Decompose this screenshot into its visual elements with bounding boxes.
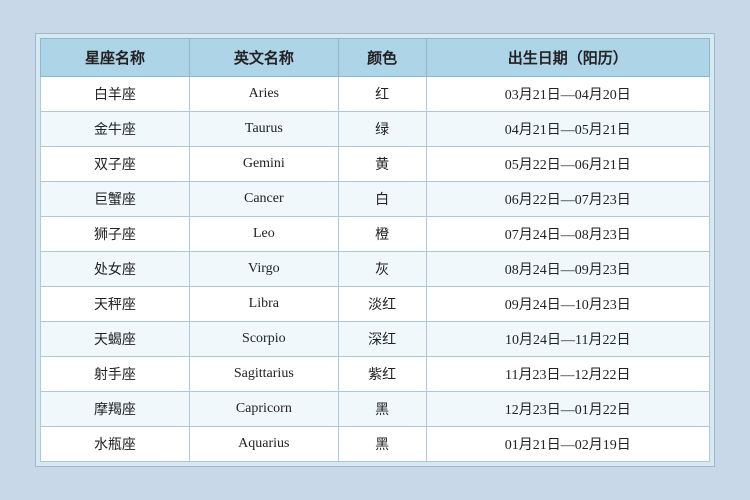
cell-10-3: 01月21日—02月19日 — [426, 427, 710, 462]
cell-1-3: 04月21日—05月21日 — [426, 112, 710, 147]
cell-5-1: Virgo — [189, 252, 338, 287]
table-row: 金牛座Taurus绿04月21日—05月21日 — [41, 112, 710, 147]
cell-1-1: Taurus — [189, 112, 338, 147]
col-header-color: 颜色 — [338, 39, 426, 77]
table-row: 狮子座Leo橙07月24日—08月23日 — [41, 217, 710, 252]
table-row: 射手座Sagittarius紫红11月23日—12月22日 — [41, 357, 710, 392]
cell-4-3: 07月24日—08月23日 — [426, 217, 710, 252]
cell-6-1: Libra — [189, 287, 338, 322]
col-header-english: 英文名称 — [189, 39, 338, 77]
table-row: 天蝎座Scorpio深红10月24日—11月22日 — [41, 322, 710, 357]
cell-2-2: 黄 — [338, 147, 426, 182]
cell-7-2: 深红 — [338, 322, 426, 357]
table-row: 白羊座Aries红03月21日—04月20日 — [41, 77, 710, 112]
cell-6-0: 天秤座 — [41, 287, 190, 322]
col-header-dates: 出生日期（阳历） — [426, 39, 710, 77]
zodiac-table: 星座名称 英文名称 颜色 出生日期（阳历） 白羊座Aries红03月21日—04… — [40, 38, 710, 462]
zodiac-table-container: 星座名称 英文名称 颜色 出生日期（阳历） 白羊座Aries红03月21日—04… — [35, 33, 715, 467]
cell-7-0: 天蝎座 — [41, 322, 190, 357]
cell-3-2: 白 — [338, 182, 426, 217]
cell-3-1: Cancer — [189, 182, 338, 217]
cell-5-0: 处女座 — [41, 252, 190, 287]
cell-0-1: Aries — [189, 77, 338, 112]
cell-1-0: 金牛座 — [41, 112, 190, 147]
table-row: 双子座Gemini黄05月22日—06月21日 — [41, 147, 710, 182]
cell-3-3: 06月22日—07月23日 — [426, 182, 710, 217]
cell-10-0: 水瓶座 — [41, 427, 190, 462]
cell-9-0: 摩羯座 — [41, 392, 190, 427]
cell-2-1: Gemini — [189, 147, 338, 182]
cell-2-0: 双子座 — [41, 147, 190, 182]
cell-6-3: 09月24日—10月23日 — [426, 287, 710, 322]
cell-4-0: 狮子座 — [41, 217, 190, 252]
cell-8-2: 紫红 — [338, 357, 426, 392]
cell-5-3: 08月24日—09月23日 — [426, 252, 710, 287]
cell-9-1: Capricorn — [189, 392, 338, 427]
col-header-chinese: 星座名称 — [41, 39, 190, 77]
table-row: 巨蟹座Cancer白06月22日—07月23日 — [41, 182, 710, 217]
cell-4-1: Leo — [189, 217, 338, 252]
cell-1-2: 绿 — [338, 112, 426, 147]
cell-9-3: 12月23日—01月22日 — [426, 392, 710, 427]
cell-4-2: 橙 — [338, 217, 426, 252]
table-row: 水瓶座Aquarius黑01月21日—02月19日 — [41, 427, 710, 462]
cell-3-0: 巨蟹座 — [41, 182, 190, 217]
cell-5-2: 灰 — [338, 252, 426, 287]
cell-8-1: Sagittarius — [189, 357, 338, 392]
cell-9-2: 黑 — [338, 392, 426, 427]
cell-8-3: 11月23日—12月22日 — [426, 357, 710, 392]
cell-7-1: Scorpio — [189, 322, 338, 357]
cell-0-0: 白羊座 — [41, 77, 190, 112]
cell-6-2: 淡红 — [338, 287, 426, 322]
table-row: 摩羯座Capricorn黑12月23日—01月22日 — [41, 392, 710, 427]
cell-10-2: 黑 — [338, 427, 426, 462]
cell-10-1: Aquarius — [189, 427, 338, 462]
cell-0-2: 红 — [338, 77, 426, 112]
table-header-row: 星座名称 英文名称 颜色 出生日期（阳历） — [41, 39, 710, 77]
cell-7-3: 10月24日—11月22日 — [426, 322, 710, 357]
cell-8-0: 射手座 — [41, 357, 190, 392]
cell-2-3: 05月22日—06月21日 — [426, 147, 710, 182]
table-row: 天秤座Libra淡红09月24日—10月23日 — [41, 287, 710, 322]
table-row: 处女座Virgo灰08月24日—09月23日 — [41, 252, 710, 287]
cell-0-3: 03月21日—04月20日 — [426, 77, 710, 112]
